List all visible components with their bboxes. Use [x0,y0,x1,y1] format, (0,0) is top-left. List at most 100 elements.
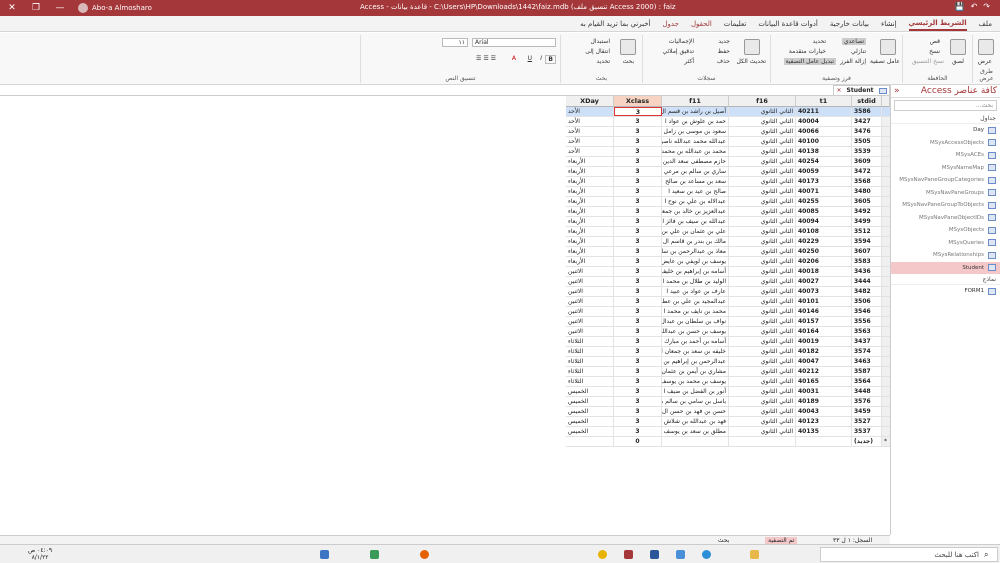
nav-item-form[interactable]: FORM1 [891,285,1000,298]
row-selector[interactable] [882,347,890,356]
column-header-stdid[interactable]: stdid [852,96,882,107]
cell-f11[interactable]: صالح بن عيد بن سعيد ا [662,187,729,196]
cell-xday[interactable]: الخميس [566,427,614,436]
cell-xday[interactable]: الاثنين [566,317,614,326]
table-row[interactable]: الاثنين 3 عبدالمجيد بن علي بن عط الثاني الث… [566,297,890,307]
advanced-button[interactable]: خيارات متقدمة [789,48,826,55]
tab-file[interactable]: ملف [979,18,992,30]
cell-f16[interactable]: الثاني الثانوي [729,287,796,296]
table-row[interactable]: الأحد 3 محمد بن عبدالله بن محمد ا الثاني ال… [566,147,890,157]
cell-f16[interactable]: الثاني الثانوي [729,117,796,126]
table-row[interactable]: 0 (جديد) * [566,437,890,447]
cell-stdid[interactable]: 3574 [852,347,882,356]
cell-xday[interactable]: الخميس [566,397,614,406]
cell-f16[interactable]: الثاني الثانوي [729,137,796,146]
table-row[interactable]: الأربعاء 3 عبدالعزيز بن خالد بن جمعة الثاني… [566,207,890,217]
cell-xclass[interactable]: 3 [614,297,662,306]
table-row[interactable]: الأربعاء 3 يوسف بن لويفي بن عايض الثاني الث… [566,257,890,267]
chrome-icon[interactable] [598,550,607,559]
cell-t1[interactable]: 40085 [796,207,852,216]
table-row[interactable]: الأربعاء 3 صالح بن عيد بن سعيد ا الثاني الث… [566,187,890,197]
table-row[interactable]: الأربعاء 3 ساري بن سالم بن مرعي الثاني الثا… [566,167,890,177]
row-selector[interactable] [882,167,890,176]
ascending-button[interactable]: تصاعدي [841,38,866,45]
cell-f11[interactable]: أسامه بن إبراهيم بن خليف [662,267,729,276]
cell-xday[interactable]: الأربعاء [566,187,614,196]
tab-fields[interactable]: الحقول [691,18,712,30]
cell-stdid[interactable]: 3609 [852,157,882,166]
nav-item-table[interactable]: MSysNameMap [891,162,1000,175]
cell-xclass[interactable]: 3 [614,217,662,226]
cell-xclass[interactable]: 3 [614,157,662,166]
cell-t1[interactable]: 40255 [796,197,852,206]
cell-f16[interactable]: الثاني الثانوي [729,397,796,406]
table-row[interactable]: الخميس 3 أنور بن الفضل بن ضيف ا الثاني الثا… [566,387,890,397]
cell-f11[interactable]: أصيل بن راشد بن قسم ال [662,107,729,116]
taskbar-search-input[interactable]: اكتب هنا للبحث [820,547,998,562]
cell-xclass[interactable]: 3 [614,307,662,316]
cell-f16[interactable]: الثاني الثانوي [729,207,796,216]
cell-f16[interactable]: الثاني الثانوي [729,277,796,286]
cell-stdid[interactable]: 3459 [852,407,882,416]
cell-f11[interactable]: عبدالاله بن علي بن نوح ا [662,197,729,206]
cell-f16[interactable]: الثاني الثانوي [729,337,796,346]
cell-xday[interactable]: الأحد [566,147,614,156]
cell-xday[interactable]: الأربعاء [566,157,614,166]
cell-f11[interactable]: خليفه بن سعد بن جمعان ا [662,347,729,356]
table-row[interactable]: الأحد 3 سعود بن موسى بن زامل ا الثاني الثان… [566,127,890,137]
nav-item-table[interactable]: Student [891,261,1000,274]
row-selector[interactable] [882,127,890,136]
cut-button[interactable]: قص [930,38,940,45]
tab-home[interactable]: الشريط الرئيسي [908,17,967,31]
cell-xclass[interactable]: 3 [614,427,662,436]
record-position[interactable]: السجل: ١ ل ٣٣ [833,537,872,544]
row-selector[interactable] [882,337,890,346]
cell-t1[interactable]: 40229 [796,237,852,246]
nav-item-table[interactable]: MSysQueries [891,237,1000,250]
row-selector[interactable] [882,207,890,216]
row-selector[interactable] [882,107,890,116]
font-color-icon[interactable]: A [512,55,516,62]
remove-sort-button[interactable]: إزالة الفرز [840,58,866,65]
cell-stdid[interactable]: 3564 [852,377,882,386]
column-header-f16[interactable]: f16 [729,96,796,107]
nav-section-tables[interactable]: جداول [891,113,1000,124]
goto-button[interactable]: انتقال إلى [585,48,610,55]
cell-xclass[interactable]: 3 [614,407,662,416]
spelling-button[interactable]: تدقيق إملائي [662,48,694,55]
table-row[interactable]: الأربعاء 3 عبدالاله بن علي بن نوح ا الثاني … [566,197,890,207]
underline-button[interactable]: U [528,55,532,62]
column-header-xclass[interactable]: Xclass [614,96,662,107]
replace-button[interactable]: استبدال [591,38,611,45]
cell-stdid[interactable]: 3607 [852,247,882,256]
cell-stdid[interactable]: 3444 [852,277,882,286]
row-selector[interactable] [882,297,890,306]
cell-f11[interactable]: عبدالله بن سيف بن فائز ا [662,217,729,226]
cell-xday[interactable]: الأربعاء [566,237,614,246]
row-selector[interactable] [882,377,890,386]
undo-icon[interactable]: ↶ [971,2,978,11]
cell-t1[interactable]: 40206 [796,257,852,266]
cell-f16[interactable]: الثاني الثانوي [729,417,796,426]
cell-t1[interactable]: 40073 [796,287,852,296]
table-row[interactable]: الأربعاء 3 عبدالله بن سيف بن فائز ا الثاني … [566,217,890,227]
cell-f16[interactable]: الثاني الثانوي [729,247,796,256]
nav-item-table[interactable]: Day [891,124,1000,137]
cell-f11[interactable]: مالك بن بندر بن قاسم ال [662,237,729,246]
row-selector[interactable] [882,407,890,416]
cell-xclass[interactable]: 3 [614,417,662,426]
cell-t1[interactable]: 40135 [796,427,852,436]
table-row[interactable]: الاثنين 3 أسامه بن إبراهيم بن خليف الثاني ا… [566,267,890,277]
table-row[interactable]: الأربعاء 3 حازم مصطفى سعد الدين الثاني الثا… [566,157,890,167]
cell-t1[interactable]: 40043 [796,407,852,416]
cell-xday[interactable]: الأربعاء [566,217,614,226]
table-row[interactable]: الأحد 3 أصيل بن راشد بن قسم ال الثاني الثان… [566,107,890,117]
tab-database-tools[interactable]: أدوات قاعدة البيانات [758,18,818,30]
cell-stdid[interactable]: 3563 [852,327,882,336]
cell-xclass[interactable]: 3 [614,317,662,326]
cell-xday[interactable]: الأحد [566,117,614,126]
cell-t1[interactable]: 40100 [796,137,852,146]
cell-xday[interactable]: الأربعاء [566,177,614,186]
cell-t1[interactable]: 40164 [796,327,852,336]
table-row[interactable]: الثلاثاء 3 يوسف بن محمد بن يوسف الثاني الثا… [566,377,890,387]
